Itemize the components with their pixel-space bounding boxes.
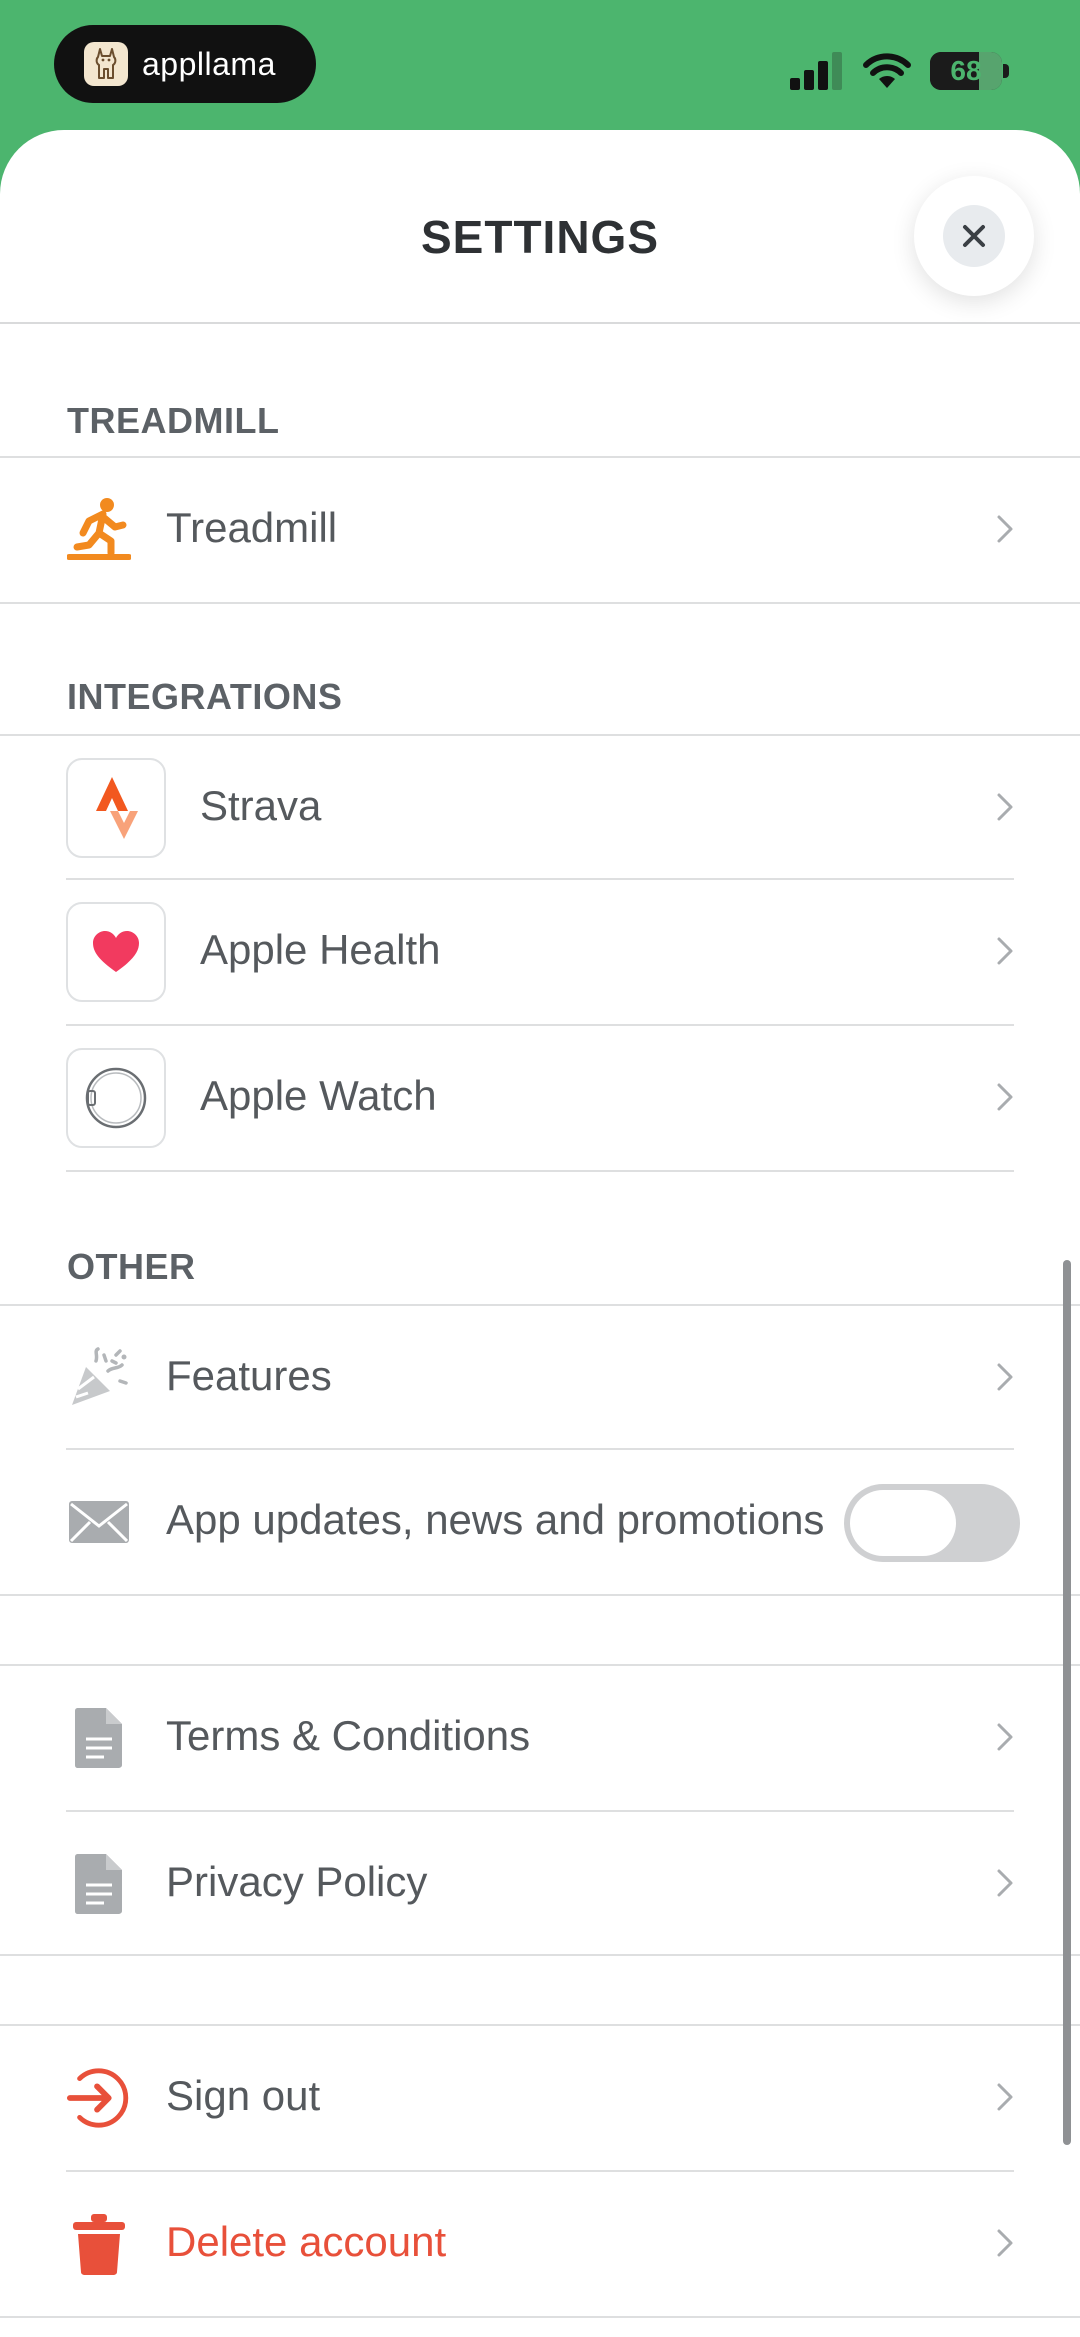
chevron-right-icon [997, 1363, 1013, 1391]
settings-item-app-updates: App updates, news and promotions [0, 1450, 1080, 1594]
wifi-icon [863, 53, 911, 88]
strava-icon [66, 758, 166, 858]
confetti-icon [66, 1342, 132, 1414]
settings-item-privacy[interactable]: Privacy Policy [0, 1812, 1080, 1956]
close-icon [963, 225, 985, 247]
settings-item-label: Treadmill [166, 504, 338, 551]
settings-item-sign-out[interactable]: Sign out [0, 2026, 1080, 2170]
close-button[interactable] [914, 176, 1034, 296]
settings-item-treadmill[interactable]: Treadmill [0, 458, 1080, 602]
chevron-right-icon [997, 515, 1013, 543]
heart-icon [66, 902, 166, 1002]
settings-item-label: Privacy Policy [166, 1858, 428, 1905]
section-header-other: OTHER [67, 1246, 196, 1287]
chevron-right-icon [997, 1869, 1013, 1897]
settings-item-label: App updates, news and promotions [166, 1496, 825, 1543]
chevron-right-icon [997, 2083, 1013, 2111]
brand-name: appllama [142, 45, 276, 82]
settings-item-strava[interactable]: Strava [0, 736, 1080, 880]
treadmill-runner-icon [66, 494, 132, 566]
section-header-integrations: INTEGRATIONS [67, 676, 343, 717]
settings-item-delete-account[interactable]: Delete account [0, 2172, 1080, 2316]
cellular-signal-icon [790, 52, 842, 90]
chevron-right-icon [997, 1083, 1013, 1111]
sheet-header: SETTINGS [0, 130, 1080, 324]
settings-item-label: Sign out [166, 2072, 321, 2119]
settings-item-label: Apple Watch [200, 1072, 437, 1119]
settings-item-apple-watch[interactable]: Apple Watch [0, 1026, 1080, 1170]
settings-item-label: Strava [200, 782, 322, 829]
settings-item-label: Apple Health [200, 926, 441, 973]
scrollbar[interactable] [1063, 1260, 1071, 2145]
brand-pill[interactable]: appllama [54, 25, 316, 103]
document-icon [66, 1848, 132, 1920]
app-updates-toggle[interactable] [844, 1484, 1020, 1562]
trash-icon [66, 2208, 132, 2280]
envelope-icon [66, 1486, 132, 1558]
settings-item-label: Delete account [166, 2218, 447, 2265]
section-header-treadmill: TREADMILL [67, 400, 280, 441]
document-icon [66, 1702, 132, 1774]
settings-item-label: Terms & Conditions [166, 1712, 531, 1759]
toggle-knob [850, 1490, 956, 1556]
llama-logo-icon [84, 42, 128, 86]
chevron-right-icon [997, 2229, 1013, 2257]
settings-item-label: Features [166, 1352, 332, 1399]
settings-sheet: SETTINGS TREADMILL Treadmill INTEGRATION… [0, 130, 1080, 2337]
battery-indicator: 68 [930, 52, 1010, 90]
sign-out-icon [66, 2062, 132, 2134]
battery-percentage: 68 [950, 55, 982, 86]
settings-item-features[interactable]: Features [0, 1306, 1080, 1450]
settings-item-terms[interactable]: Terms & Conditions [0, 1666, 1080, 1810]
chevron-right-icon [997, 1723, 1013, 1751]
chevron-right-icon [997, 937, 1013, 965]
status-bar: appllama 68 [0, 0, 1080, 130]
settings-item-apple-health[interactable]: Apple Health [0, 880, 1080, 1024]
chevron-right-icon [997, 793, 1013, 821]
watch-icon [66, 1048, 166, 1148]
